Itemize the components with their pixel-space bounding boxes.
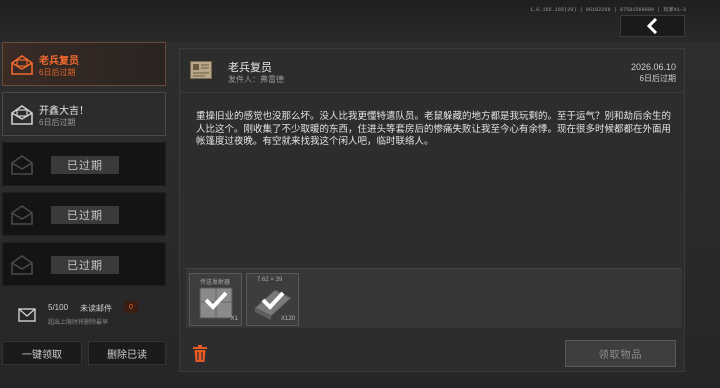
mail-title: 开鑫大吉！ (39, 106, 89, 117)
mail-title: 老兵复员 (39, 56, 79, 67)
unread-summary: 5/100 未读邮件 0 超出上限时将删除最早 (0, 296, 172, 332)
message-date: 2026.06.10 (630, 62, 676, 72)
mail-item-expired[interactable]: 已过期 (2, 142, 166, 186)
chevron-left-icon (646, 18, 657, 34)
mail-item-expired[interactable]: 已过期 (2, 192, 166, 236)
check-icon (261, 291, 285, 310)
message-body: 重操旧业的感觉也没那么坏。没人比我更懂特遣队员。老鼠躲藏的地方都是我玩剩的。至于… (196, 111, 672, 147)
attachment-item[interactable]: 7.62 × 39 X120 (246, 273, 299, 326)
envelope-open-icon (11, 255, 33, 275)
attachment-name: 7.62 × 39 (257, 277, 283, 283)
unread-count: 5/100 (48, 303, 69, 312)
message-expiry: 6日后过期 (639, 74, 676, 83)
mail-expiry: 6日后过期 (39, 68, 76, 77)
message-header: 老兵复员 发件人：弗雷德 2026.06.10 6日后过期 (180, 49, 684, 93)
mail-item-expired[interactable]: 已过期 (2, 242, 166, 286)
delete-read-button[interactable]: 删除已读 (88, 341, 166, 365)
letter-stamp-icon (190, 61, 212, 79)
mail-expiry: 6日后过期 (39, 118, 76, 127)
envelope-open-icon (11, 55, 33, 75)
claim-items-button[interactable]: 领取物品 (565, 340, 676, 367)
attachment-name: 传送发射器 (200, 280, 231, 286)
unread-badge: 0 (124, 301, 138, 313)
mail-item-grand-opening[interactable]: 开鑫大吉！ 6日后过期 (2, 92, 166, 136)
trash-icon[interactable] (192, 345, 208, 363)
envelope-open-icon (11, 155, 33, 175)
attachment-qty: X120 (280, 316, 295, 322)
check-icon (204, 291, 228, 310)
back-button[interactable] (620, 15, 685, 37)
attachment-item[interactable]: 传送发射器 X1 (189, 273, 242, 326)
mail-item-veteran[interactable]: 老兵复员 6日后过期 (2, 42, 166, 86)
message-panel: 老兵复员 发件人：弗雷德 2026.06.10 6日后过期 重操旧业的感觉也没那… (179, 48, 685, 372)
expired-label: 已过期 (51, 206, 119, 224)
message-title: 老兵复员 (228, 62, 272, 74)
version-text: 1.0.165.165(20) | 06102206 | 87581569009… (530, 7, 686, 13)
envelope-open-icon (11, 105, 33, 125)
message-sender: 发件人：弗雷德 (228, 75, 284, 84)
top-bar: 1.0.165.165(20) | 06102206 | 87581569009… (0, 0, 720, 42)
attachment-qty: X1 (230, 316, 238, 322)
expired-label: 已过期 (51, 256, 119, 274)
unread-label: 未读邮件 (80, 304, 112, 313)
envelope-open-icon (11, 205, 33, 225)
attachments-area: 传送发射器 X1 7.62 × 39 X120 (186, 268, 682, 328)
expired-label: 已过期 (51, 156, 119, 174)
one-click-claim-button[interactable]: 一键领取 (2, 341, 82, 365)
unread-hint: 超出上限时将删除最早 (48, 320, 109, 326)
mailbox-icon (18, 308, 36, 322)
